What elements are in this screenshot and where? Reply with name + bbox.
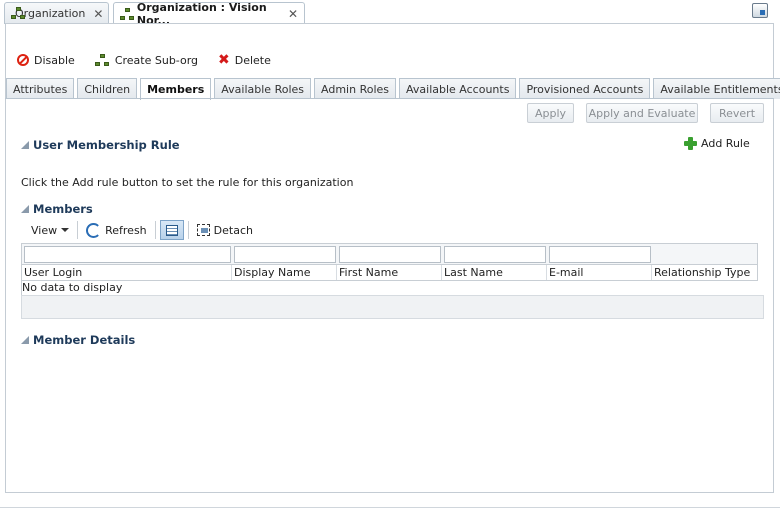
collapse-triangle-icon (21, 205, 29, 213)
tab-provisioned-accounts[interactable]: Provisioned Accounts (519, 78, 651, 99)
col-email[interactable]: E-mail (547, 265, 652, 280)
filter-first-name[interactable] (339, 246, 441, 263)
action-toolbar: Disable Create Sub-org ✖ Delete (17, 51, 271, 69)
doc-tab-organization[interactable]: Organization ✕ (4, 2, 109, 24)
document-tab-bar: Organization ✕ Organization : Vision Nor… (0, 0, 780, 27)
sub-tab-bar: Attributes Children Members Available Ro… (6, 78, 780, 100)
col-display-name[interactable]: Display Name (232, 265, 337, 280)
delete-icon: ✖ (218, 52, 230, 68)
create-suborg-label: Create Sub-org (114, 53, 199, 67)
apply-and-evaluate-button[interactable]: Apply and Evaluate (586, 103, 698, 123)
tab-available-entitlements[interactable]: Available Entitlements (653, 78, 780, 99)
filter-user-login[interactable] (24, 246, 231, 263)
delete-button[interactable]: ✖ Delete (218, 52, 271, 68)
section-title: Members (33, 202, 93, 216)
maximize-icon[interactable] (752, 3, 768, 18)
rule-hint-text: Click the Add rule button to set the rul… (21, 176, 354, 189)
org-tree-icon (120, 7, 134, 21)
doc-tab-organization-vision[interactable]: Organization : Vision Nor... ✕ (113, 1, 305, 27)
view-label: View (31, 223, 58, 237)
tab-admin-roles[interactable]: Admin Roles (314, 78, 397, 99)
members-toolbar: View Refresh Detach (21, 220, 261, 240)
section-title: Member Details (33, 333, 136, 347)
create-suborg-button[interactable]: Create Sub-org (94, 53, 199, 67)
members-table: User Login Display Name First Name Last … (21, 243, 764, 319)
disable-icon (17, 54, 29, 66)
filter-row (21, 243, 758, 265)
add-rule-button[interactable]: Add Rule (684, 137, 750, 150)
tab-children[interactable]: Children (77, 78, 138, 99)
refresh-button[interactable]: Refresh (78, 220, 155, 240)
refresh-icon (86, 222, 102, 238)
grid-toggle (159, 220, 184, 240)
membership-rule-header[interactable]: User Membership Rule (21, 138, 180, 152)
view-menu-button[interactable]: View (21, 220, 77, 240)
filter-display-name[interactable] (234, 246, 336, 263)
empty-table-message: No data to display (21, 280, 764, 296)
doc-tab-label: Organization (15, 7, 86, 20)
disable-label: Disable (34, 53, 75, 67)
table-body (21, 295, 764, 319)
disable-button[interactable]: Disable (17, 54, 75, 67)
detach-label: Detach (213, 223, 253, 237)
col-relationship-type[interactable]: Relationship Type (652, 265, 757, 280)
close-icon[interactable]: ✕ (93, 7, 103, 21)
plus-icon (684, 137, 697, 150)
tab-available-roles[interactable]: Available Roles (214, 78, 312, 99)
section-title: User Membership Rule (33, 138, 180, 152)
add-rule-label: Add Rule (701, 137, 750, 150)
col-user-login[interactable]: User Login (22, 265, 232, 280)
freeze-columns-button[interactable] (156, 220, 188, 240)
member-details-header[interactable]: Member Details (21, 333, 135, 347)
col-last-name[interactable]: Last Name (442, 265, 547, 280)
divider (0, 507, 780, 508)
refresh-label: Refresh (105, 223, 147, 237)
detach-icon (196, 224, 210, 236)
table-header-row: User Login Display Name First Name Last … (21, 265, 758, 281)
delete-label: Delete (234, 53, 271, 67)
tab-members[interactable]: Members (140, 78, 212, 100)
collapse-triangle-icon (21, 141, 29, 149)
tab-attributes[interactable]: Attributes (6, 78, 75, 99)
close-icon[interactable]: ✕ (288, 7, 298, 21)
grid-icon (165, 224, 178, 236)
divider (5, 98, 774, 99)
revert-button[interactable]: Revert (710, 103, 764, 123)
filter-last-name[interactable] (444, 246, 546, 263)
detach-button[interactable]: Detach (189, 220, 261, 240)
apply-button[interactable]: Apply (527, 103, 574, 123)
tab-available-accounts[interactable]: Available Accounts (399, 78, 517, 99)
col-first-name[interactable]: First Name (337, 265, 442, 280)
members-header[interactable]: Members (21, 202, 93, 216)
collapse-triangle-icon (21, 336, 29, 344)
org-tree-icon (94, 53, 110, 67)
chevron-down-icon (61, 228, 70, 232)
filter-email[interactable] (549, 246, 651, 263)
